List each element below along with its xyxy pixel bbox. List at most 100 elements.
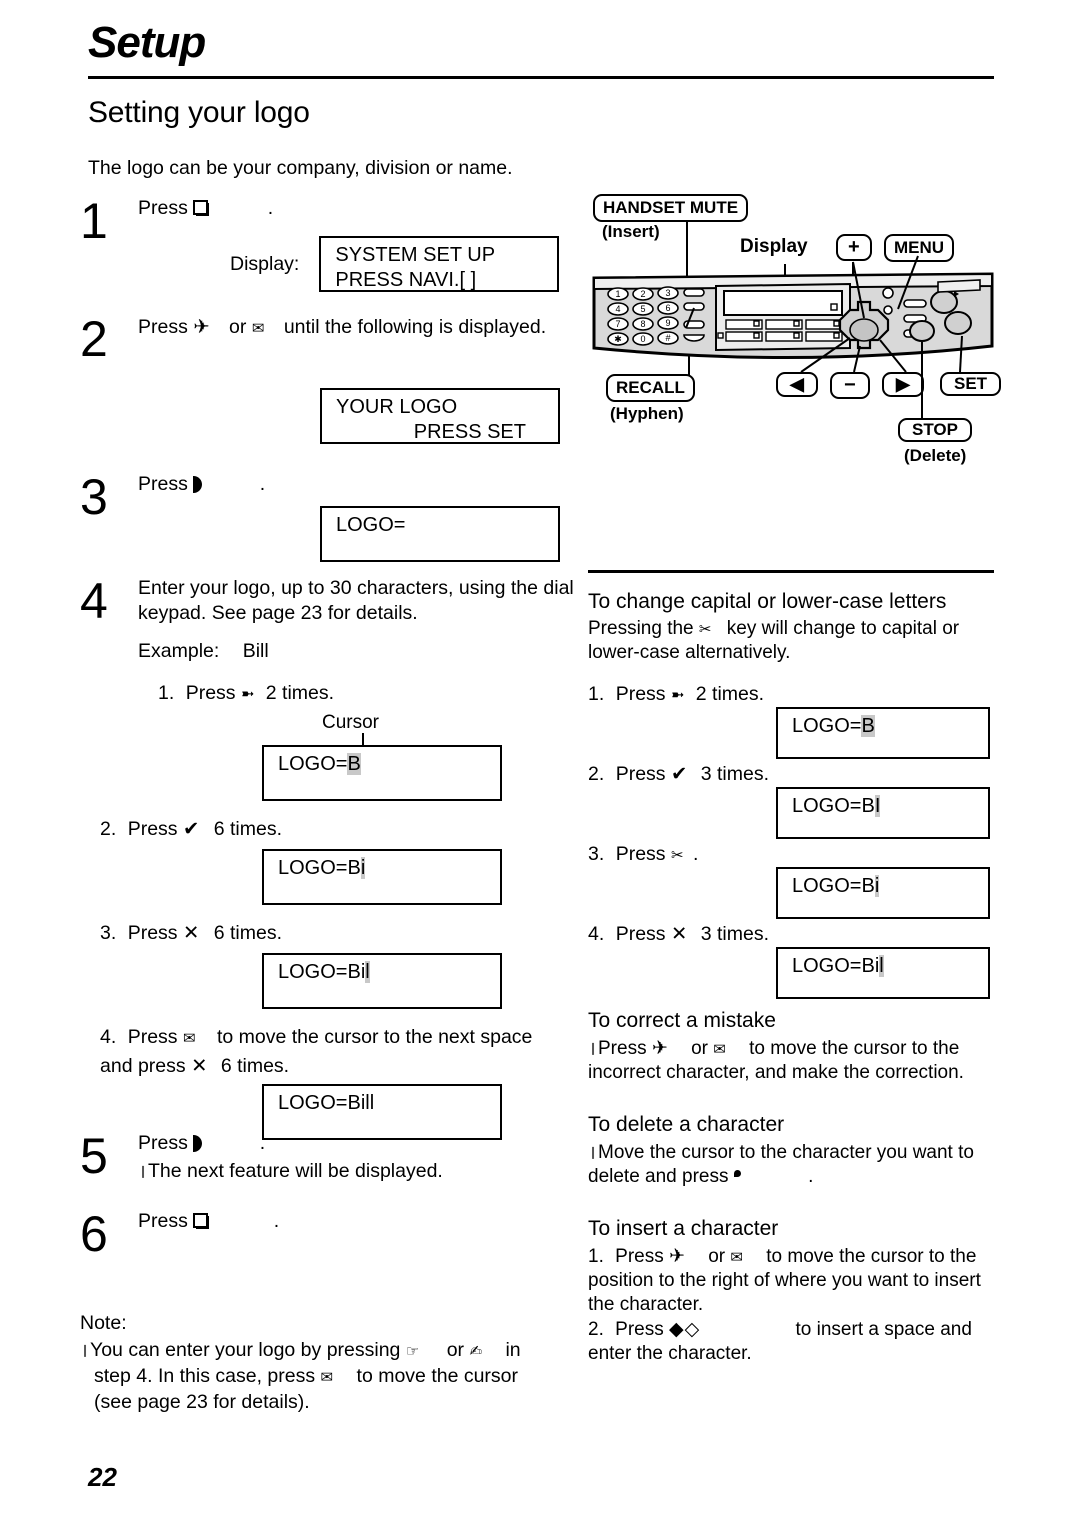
s1-a: Press: [615, 1246, 664, 1267]
lcd-cursor: l: [365, 961, 370, 983]
lcd-display-3: LOGO=: [320, 506, 560, 562]
bullet-icon: ❙: [80, 1343, 91, 1357]
right-column-rule: [588, 570, 994, 573]
note-block: Note: ❙You can enter your logo by pressi…: [80, 1311, 580, 1415]
lcd-text-pre: LOGO=Bill: [278, 1092, 375, 1114]
lcd-line-2: PRESS NAVI.[ ]: [335, 269, 477, 291]
section-change-case: To change capital or lower-case letters …: [588, 588, 1008, 999]
substep-case-3: 3. Press ✂ .: [588, 841, 698, 868]
step-number: 6: [80, 1206, 108, 1262]
lcd-text-pre: LOGO=: [792, 715, 862, 737]
writing-hand-icon: ✍: [469, 1342, 483, 1360]
menu-button-icon: [193, 1213, 210, 1229]
svg-text:1: 1: [615, 289, 620, 299]
lcd-cursor: i: [874, 875, 880, 897]
substep-number: 1.: [588, 683, 605, 705]
cursor-label: Cursor: [322, 712, 380, 733]
lcd-display-case-3: LOGO=Bi: [776, 867, 990, 919]
step-6: 6 Press .: [80, 1209, 580, 1275]
envelope-icon: ✉: [730, 1248, 743, 1266]
step-number: 1: [80, 193, 108, 249]
example-value: Bill: [242, 640, 269, 662]
substep-case-2: 2. Press ✔ 3 times.: [588, 761, 769, 787]
dial-key-4-icon: ✔: [670, 762, 688, 785]
step-2-or: or: [229, 316, 247, 338]
line-b: .: [808, 1166, 814, 1187]
lcd-cursor: l: [879, 955, 884, 977]
set-button-icon: [193, 1135, 203, 1152]
step-3-press-label: Press: [138, 473, 188, 495]
envelope-icon: ✉: [182, 1029, 196, 1047]
substep-press: Press: [615, 923, 666, 945]
lcd-display-case-1: LOGO=B: [776, 707, 990, 759]
intro-text: The logo can be your company, division o…: [88, 157, 513, 179]
envelope-icon: ✉: [713, 1040, 726, 1058]
s1-b: or: [708, 1246, 726, 1267]
note-line-1a: You can enter your logo by pressing: [90, 1339, 401, 1361]
s2-a: Press: [615, 1319, 664, 1340]
airplane-icon: ✈: [193, 315, 210, 338]
envelope-icon: ✉: [320, 1368, 334, 1386]
substep-count: 3 times.: [700, 763, 770, 785]
step-6-press-label: Press: [138, 1210, 188, 1232]
step-2-tail: until the following is displayed.: [283, 316, 547, 338]
substep-number: 4.: [588, 923, 605, 945]
lcd-cursor: B: [347, 753, 361, 775]
lcd-cursor: i: [360, 857, 366, 879]
substep-count: 2 times.: [265, 682, 335, 704]
svg-text:✱: ✱: [614, 334, 622, 344]
step-4: 4 Enter your logo, up to 30 characters, …: [80, 573, 580, 1140]
step-number: 4: [80, 573, 108, 629]
lcd-cursor: B: [861, 715, 875, 737]
step-number: 5: [80, 1128, 108, 1184]
substep-4-4: 4. Press ✉ to move the cursor to the nex…: [100, 1024, 540, 1080]
note-line-1b: or: [446, 1339, 465, 1361]
lcd-display-2: YOUR LOGO PRESS SET: [320, 388, 560, 444]
lcd-display-case-2: LOGO=BI: [776, 787, 990, 839]
scissors-icon: ✂: [670, 846, 684, 864]
substep-period: .: [692, 843, 699, 865]
step-2: 2 Press ✈ or ✉ until the following is di…: [80, 314, 580, 472]
pointing-hand-icon: ☞: [405, 1342, 420, 1360]
substep-number: 2.: [588, 1319, 604, 1340]
lcd-display-4-2: LOGO=Bi: [262, 849, 502, 905]
step-5: 5 Press . ❙The next feature will be disp…: [80, 1131, 580, 1209]
lcd-text-pre: LOGO=B: [792, 875, 875, 897]
lcd-line-1: SYSTEM SET UP: [335, 244, 496, 266]
step-3-period: .: [259, 473, 266, 495]
dial-key-2-icon: ➼: [240, 684, 255, 703]
cursor-leader-line: [362, 733, 364, 745]
section-delete-character: To delete a character ❙Move the cursor t…: [588, 1111, 1008, 1189]
step-1: 1 Press . Display: SYSTEM SET UP PRESS N…: [80, 196, 580, 314]
lcd-cursor: I: [874, 795, 881, 817]
lcd-line-1: YOUR LOGO: [336, 396, 458, 418]
dial-key-5-icon: ✕: [182, 921, 200, 944]
substep-number: 3.: [100, 922, 117, 944]
lcd-display-4-1: LOGO=B: [262, 745, 502, 801]
lcd-text-pre: LOGO=B: [278, 857, 361, 879]
lcd-text-pre: LOGO=: [278, 753, 348, 775]
substep-press: Press: [127, 1026, 178, 1048]
chapter-title: Setup: [88, 18, 206, 67]
bullet-icon: ❙: [588, 1145, 599, 1159]
step-number: 3: [80, 469, 108, 525]
lcd-text-pre: LOGO=Bi: [278, 961, 366, 983]
left-column: 1 Press . Display: SYSTEM SET UP PRESS N…: [80, 196, 580, 1415]
substep-4-2: 2. Press ✔ 6 times.: [100, 816, 282, 842]
page-number: 22: [88, 1462, 117, 1492]
lcd-text-pre: LOGO=B: [792, 795, 875, 817]
substep-case-4: 4. Press ✕ 3 times.: [588, 921, 769, 947]
svg-text:3: 3: [665, 288, 670, 298]
step-5-period: .: [259, 1132, 266, 1154]
substep-number: 2.: [100, 818, 117, 840]
dial-key-5-icon: ✕: [191, 1054, 208, 1077]
step-3: 3 Press . LOGO=: [80, 472, 580, 576]
substep-4-1: 1. Press ➼ 2 times.: [158, 680, 580, 707]
handset-mute-icon: ◆◇: [669, 1318, 701, 1340]
svg-text:6: 6: [665, 303, 670, 313]
para-a: Pressing the: [588, 618, 694, 639]
substep-press: Press: [615, 763, 666, 785]
substep-number: 3.: [588, 843, 605, 865]
step-5-press-label: Press: [138, 1132, 188, 1154]
substep-number: 2.: [588, 763, 605, 785]
